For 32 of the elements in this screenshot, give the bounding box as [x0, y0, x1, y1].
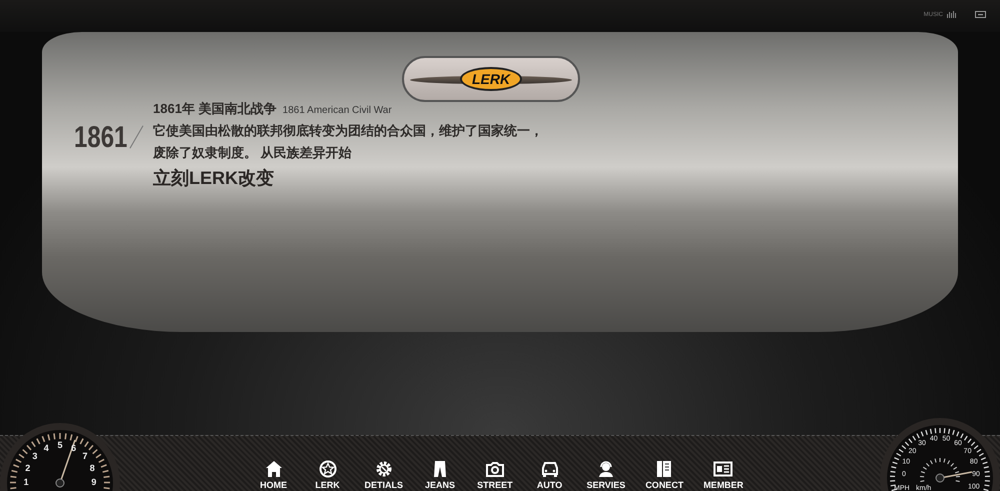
gauge-number: 7 — [82, 451, 88, 462]
nav-link[interactable]: CONECT — [645, 460, 684, 490]
nav-link[interactable]: DETIALS — [364, 460, 404, 490]
gauge-number: 8 — [90, 463, 95, 474]
nav-link[interactable]: SERVIES — [586, 460, 626, 490]
gauge-number: 9 — [91, 476, 96, 487]
nav-link[interactable]: MEMBER — [703, 460, 744, 490]
car-icon — [540, 460, 560, 478]
screen-icon[interactable] — [975, 11, 986, 18]
gauge-number: 1 — [24, 476, 29, 487]
lerk-logo: LERK — [460, 66, 522, 91]
nav-link[interactable]: STREET — [477, 460, 513, 490]
gear-icon — [374, 460, 394, 478]
nav-link[interactable]: JEANS — [423, 460, 458, 490]
story-text: 它使美国由松散的联邦彻底转变为团结的合众国，维护了国家统一， — [153, 122, 543, 140]
home-icon — [264, 460, 284, 478]
gauge-number: 5 — [58, 440, 62, 450]
gauge-number: 3 — [32, 451, 38, 462]
nav-link[interactable]: LERK — [310, 460, 345, 490]
wheel-icon — [318, 460, 338, 478]
nav-link[interactable]: HOME — [256, 460, 291, 490]
nav-link[interactable]: AUTO — [532, 460, 567, 490]
gauge-number: 4 — [44, 442, 49, 453]
card-icon — [713, 460, 734, 478]
story-subtitle: 1861 American Civil War — [282, 104, 392, 116]
story-title: 1861年 美国南北战争 — [153, 100, 277, 118]
camera-icon — [484, 460, 505, 478]
equalizer-icon[interactable] — [947, 11, 957, 18]
agent-icon — [596, 460, 616, 478]
gauge-number: 2 — [25, 463, 30, 474]
story-text: 废除了奴隶制度。 从民族差异开始 — [153, 144, 353, 162]
slogan: 立刻LERK改变 — [153, 166, 275, 190]
